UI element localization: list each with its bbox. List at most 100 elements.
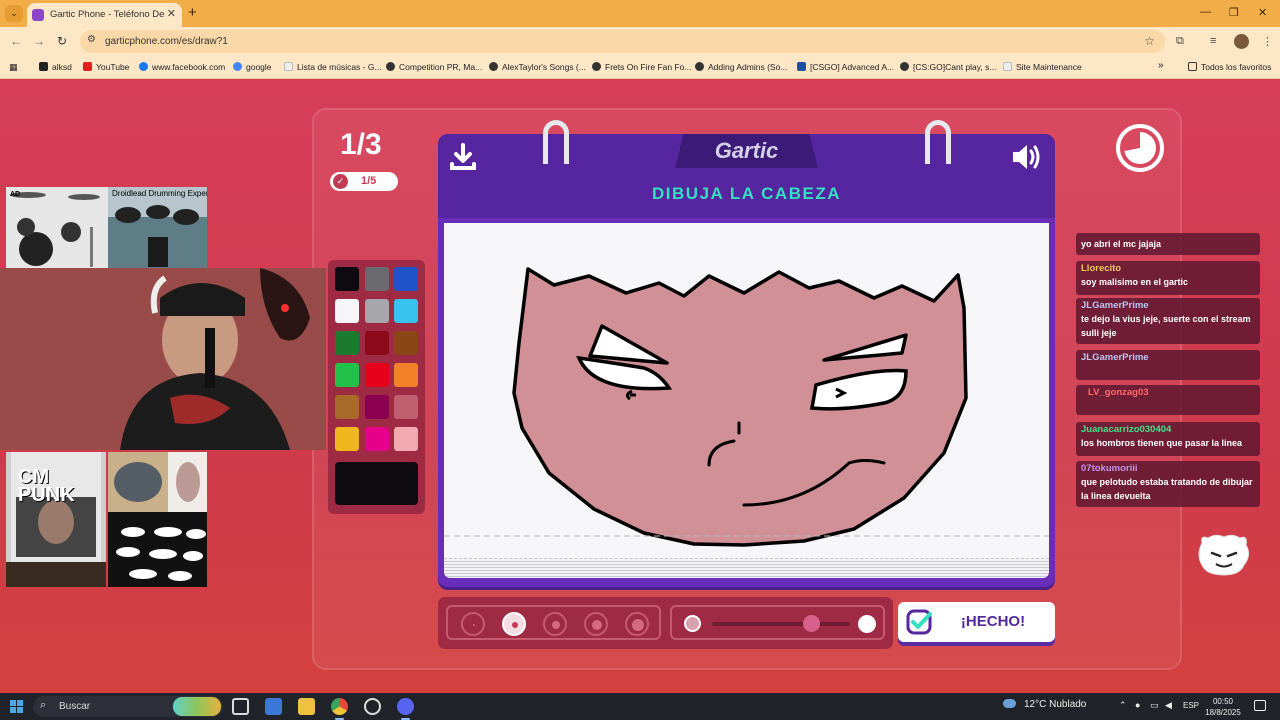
language-indicator[interactable]: ESP — [1183, 701, 1199, 710]
facebook-icon — [139, 62, 148, 71]
mic-icon[interactable]: ● — [1135, 700, 1140, 710]
brush-size-4[interactable] — [584, 612, 608, 636]
notifications-icon[interactable] — [1254, 700, 1266, 711]
obs-app-icon[interactable] — [364, 698, 381, 715]
bookmark-2[interactable]: www.facebook.com — [139, 62, 225, 72]
close-window-icon[interactable]: ✕ — [1258, 6, 1267, 19]
more-bookmarks-icon[interactable]: » — [1158, 60, 1164, 71]
color-swatch-12[interactable] — [335, 395, 359, 419]
cloud-icon — [1003, 699, 1016, 708]
bookmark-7[interactable]: Frets On Fire Fan Fo... — [592, 62, 691, 72]
color-swatch-6[interactable] — [335, 331, 359, 355]
brush-size-2[interactable] — [502, 612, 526, 636]
taskbar-search[interactable]: ⌕ Buscar — [33, 696, 223, 717]
color-swatch-3[interactable] — [335, 299, 359, 323]
download-icon[interactable] — [446, 140, 480, 174]
all-bookmarks-folder[interactable]: Todos los favoritos — [1188, 62, 1271, 72]
bookmark-10[interactable]: [CS:GO]Cant play, s... — [900, 62, 996, 72]
volume-icon[interactable]: ◀ — [1165, 700, 1172, 711]
done-button[interactable]: ¡HECHO! — [898, 602, 1055, 642]
color-swatch-8[interactable] — [394, 331, 418, 355]
color-swatch-14[interactable] — [394, 395, 418, 419]
search-highlight-image — [173, 697, 221, 716]
drawing-tools-bar — [438, 597, 893, 649]
color-swatch-10[interactable] — [365, 363, 389, 387]
color-swatch-0[interactable] — [335, 267, 359, 291]
color-swatch-9[interactable] — [335, 363, 359, 387]
bookmark-11[interactable]: Site Maintenance — [1003, 62, 1082, 72]
windows-taskbar: ⌕ Buscar 12°C Nublado ⌃ ● ▭ ◀ ESP 00:50 … — [0, 693, 1280, 720]
tab-search-button[interactable]: ⌄ — [5, 5, 23, 22]
color-swatch-11[interactable] — [394, 363, 418, 387]
active-tab[interactable]: Gartic Phone - Teléfono Descon ✕ — [27, 3, 182, 27]
mouse-skates-image — [108, 452, 207, 587]
chat-message: JLGamerPrime te dejo la vius jeje, suert… — [1076, 298, 1260, 344]
restore-icon[interactable]: ❐ — [1229, 6, 1239, 19]
color-swatch-2[interactable] — [394, 267, 418, 291]
browser-toolbar: ← → ↻ ⚙ garticphone.com/es/draw?1 ☆ ⧉ ≡ … — [0, 27, 1280, 57]
weather-widget[interactable]: 12°C Nublado — [1003, 699, 1086, 710]
bookmark-8[interactable]: Adding Admins (So... — [695, 62, 787, 72]
close-tab-icon[interactable]: ✕ — [167, 7, 176, 20]
bookmark-0[interactable]: alksd — [39, 62, 72, 72]
reload-icon[interactable]: ↻ — [57, 34, 67, 48]
ad-label: AD — [10, 191, 21, 198]
brush-size-3[interactable] — [543, 612, 567, 636]
calculator-app-icon[interactable] — [265, 698, 282, 715]
sound-icon[interactable] — [1009, 140, 1043, 174]
back-icon[interactable]: ← — [10, 34, 22, 48]
brush-size-5[interactable] — [625, 612, 649, 636]
color-swatch-7[interactable] — [365, 331, 389, 355]
color-swatch-4[interactable] — [365, 299, 389, 323]
opacity-track[interactable] — [712, 622, 850, 626]
bookmark-9[interactable]: [CSGO] Advanced A... — [797, 62, 894, 72]
file-explorer-icon[interactable] — [298, 698, 315, 715]
color-swatch-5[interactable] — [394, 299, 418, 323]
chrome-app-icon[interactable] — [331, 698, 348, 720]
chat-message: Juanacarrizo030404 los hombros tienen qu… — [1076, 422, 1260, 456]
clock-date: 18/8/2025 — [1205, 708, 1241, 717]
minimize-icon[interactable]: — — [1200, 6, 1211, 18]
tray-chevron-icon[interactable]: ⌃ — [1119, 700, 1127, 711]
color-swatch-13[interactable] — [365, 395, 389, 419]
drawing-canvas[interactable]: GarticPHONE — [444, 223, 1049, 559]
bookmark-star-icon[interactable]: ☆ — [1144, 34, 1155, 48]
chat-message: yo abri el mc jajaja — [1076, 233, 1260, 255]
brush-size-1[interactable] — [461, 612, 485, 636]
site-info-icon[interactable]: ⚙ — [87, 34, 96, 45]
discord-app-icon[interactable] — [397, 698, 414, 720]
address-bar[interactable]: ⚙ garticphone.com/es/draw?1 ☆ — [80, 30, 1165, 53]
taskbar-clock[interactable]: 00:50 18/8/2025 — [1204, 696, 1242, 718]
opacity-knob[interactable] — [803, 615, 821, 632]
check-icon: ✓ — [333, 174, 348, 189]
bookmark-4[interactable]: Lista de músicas - G... — [284, 62, 382, 72]
media-control-icon[interactable]: ≡ — [1210, 35, 1216, 47]
bookmark-5[interactable]: Competition PR, Ma... — [386, 62, 482, 72]
chat-message: JLGamerPrime — [1076, 350, 1260, 380]
color-swatch-17[interactable] — [394, 427, 418, 451]
new-tab-button[interactable]: + — [188, 4, 197, 21]
done-check-icon — [906, 609, 932, 635]
extensions-icon[interactable]: ⧉ — [1176, 35, 1184, 48]
network-icon[interactable]: ▭ — [1150, 700, 1159, 711]
windows-start-icon[interactable] — [10, 700, 23, 713]
color-swatch-16[interactable] — [365, 427, 389, 451]
opacity-slider — [670, 605, 885, 640]
color-swatch-15[interactable] — [335, 427, 359, 451]
task-view-icon[interactable] — [232, 698, 249, 715]
profile-avatar[interactable] — [1234, 34, 1249, 49]
color-swatch-1[interactable] — [365, 267, 389, 291]
players-done-badge: ✓ 1/5 — [330, 172, 398, 191]
opacity-low-icon — [684, 615, 701, 632]
poster-text: CM PUNK — [18, 466, 75, 506]
bookmark-6[interactable]: AlexTaylor's Songs (... — [489, 62, 586, 72]
bookmark-1[interactable]: YouTube — [83, 62, 129, 72]
players-done-count: 1/5 — [361, 175, 377, 187]
apps-grid-icon[interactable]: ▦ — [9, 62, 18, 73]
forward-icon[interactable]: → — [33, 34, 45, 48]
bookmark-3[interactable]: google — [233, 62, 272, 72]
tab-title: Gartic Phone - Teléfono Descon — [50, 9, 165, 20]
google-icon — [233, 62, 242, 71]
chat-message: LV_gonzag03 — [1076, 385, 1260, 415]
menu-icon[interactable]: ⋮ — [1262, 35, 1273, 48]
